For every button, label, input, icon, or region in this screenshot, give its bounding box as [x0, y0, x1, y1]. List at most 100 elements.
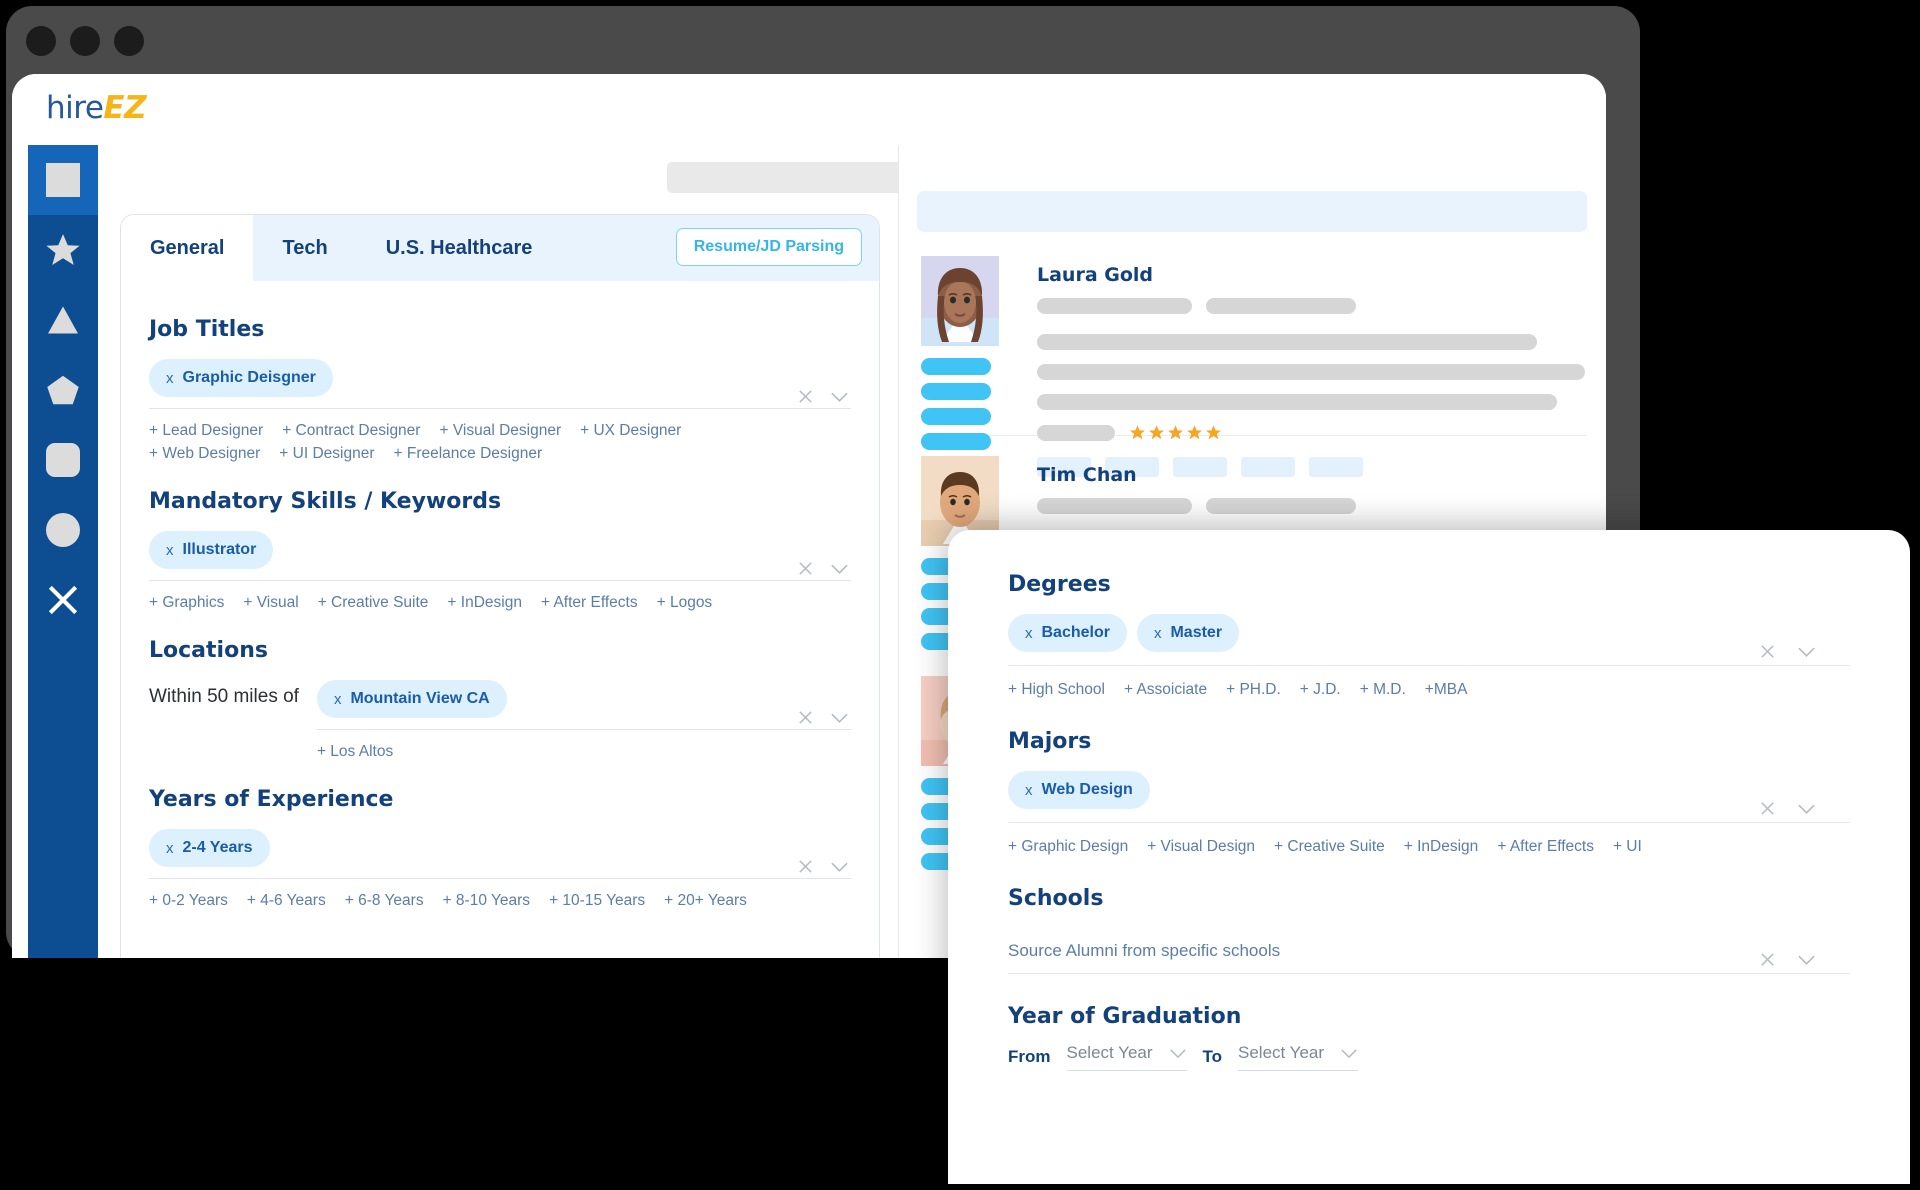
clear-x-icon[interactable] — [798, 561, 813, 576]
graduation-to-select[interactable]: Select Year — [1238, 1043, 1359, 1071]
chip-location[interactable]: x Mountain View CA — [316, 680, 507, 718]
suggestion-chip[interactable]: + 8-10 Years — [443, 892, 530, 910]
suggestion-chip[interactable]: + 4-6 Years — [247, 892, 326, 910]
tab-us-healthcare[interactable]: U.S. Healthcare — [357, 215, 562, 281]
suggestion-chip[interactable]: + J.D. — [1300, 681, 1341, 699]
experience-field[interactable]: x 2-4 Years — [149, 826, 851, 879]
schools-input[interactable]: Source Alumni from specific schools — [1008, 925, 1850, 963]
tab-tech[interactable]: Tech — [253, 215, 356, 281]
suggestion-chip[interactable]: + 20+ Years — [664, 892, 747, 910]
graduation-from-select[interactable]: Select Year — [1066, 1043, 1187, 1071]
suggestion-chip[interactable]: + UI — [1613, 838, 1642, 856]
suggestion-chip[interactable]: + After Effects — [1497, 838, 1594, 856]
resume-jd-parsing-button[interactable]: Resume/JD Parsing — [675, 228, 862, 266]
chip-remove-icon[interactable]: x — [166, 542, 174, 559]
tab-general[interactable]: General — [121, 215, 254, 281]
results-search-input[interactable] — [917, 191, 1587, 232]
suggestion-chip[interactable]: + Lead Designer — [149, 422, 263, 440]
clear-x-icon[interactable] — [798, 859, 813, 874]
clear-x-icon[interactable] — [798, 710, 813, 725]
chevron-down-icon[interactable] — [830, 712, 849, 724]
section-experience: Years of Experience x 2-4 Years + 0-2 Ye… — [149, 787, 851, 910]
suggestion-chip[interactable]: + 10-15 Years — [549, 892, 645, 910]
chip-job-title[interactable]: x Graphic Deisgner — [149, 359, 333, 397]
maximize-dot[interactable] — [114, 26, 144, 56]
rating-row — [1037, 424, 1585, 441]
skills-field[interactable]: x Illustrator — [149, 528, 851, 581]
suggestion-chip[interactable]: + Graphics — [149, 594, 224, 612]
chip-degree[interactable]: x Bachelor — [1008, 614, 1127, 652]
suggestion-chip[interactable]: + Graphic Design — [1008, 838, 1128, 856]
candidate-row[interactable]: Laura Gold — [921, 256, 1586, 477]
chevron-down-icon[interactable] — [1169, 1048, 1187, 1059]
suggestion-chip[interactable]: + Los Altos — [317, 743, 393, 761]
clear-x-icon[interactable] — [1760, 952, 1775, 967]
chevron-down-icon[interactable] — [830, 861, 849, 873]
sidebar-item-pentagon[interactable] — [28, 355, 98, 425]
job-titles-controls — [798, 389, 849, 404]
chevron-down-icon[interactable] — [1340, 1048, 1358, 1059]
suggestion-chip[interactable]: + InDesign — [1404, 838, 1479, 856]
action-pill[interactable] — [921, 383, 991, 400]
suggestion-chip[interactable]: + Visual Design — [1147, 838, 1255, 856]
close-x-icon — [48, 585, 78, 615]
suggestion-chip[interactable]: + InDesign — [447, 594, 522, 612]
suggestion-chip[interactable]: + After Effects — [541, 594, 638, 612]
chevron-down-icon[interactable] — [830, 391, 849, 403]
chip-remove-icon[interactable]: x — [1025, 625, 1033, 642]
suggestion-chip[interactable]: + 0-2 Years — [149, 892, 228, 910]
suggestion-chip[interactable]: +MBA — [1425, 681, 1468, 699]
suggestion-chip[interactable]: + High School — [1008, 681, 1105, 699]
chip-remove-icon[interactable]: x — [334, 691, 342, 708]
action-pill[interactable] — [921, 358, 991, 375]
app-logo[interactable]: hireEZ — [46, 90, 147, 126]
schools-field[interactable]: Source Alumni from specific schools — [1008, 925, 1850, 974]
suggestion-chip[interactable]: + UI Designer — [279, 445, 374, 463]
job-titles-field[interactable]: x Graphic Deisgner — [149, 356, 851, 409]
sidebar-item-square[interactable] — [28, 145, 98, 215]
chip-major[interactable]: x Web Design — [1008, 771, 1150, 809]
experience-controls — [798, 859, 849, 874]
skills-heading: Mandatory Skills / Keywords — [149, 489, 502, 514]
suggestion-chip[interactable]: + Creative Suite — [318, 594, 429, 612]
clear-x-icon[interactable] — [1760, 801, 1775, 816]
chip-remove-icon[interactable]: x — [166, 840, 174, 857]
sidebar-item-star[interactable] — [28, 215, 98, 285]
action-pill[interactable] — [921, 408, 991, 425]
chip-remove-icon[interactable]: x — [1025, 782, 1033, 799]
suggestion-chip[interactable]: + Assoiciate — [1124, 681, 1207, 699]
sidebar-item-circle[interactable] — [28, 495, 98, 565]
suggestion-chip[interactable]: + Creative Suite — [1274, 838, 1385, 856]
locations-field[interactable]: x Mountain View CA — [316, 677, 851, 730]
degrees-field[interactable]: x Bachelor x Master — [1008, 611, 1850, 666]
sidebar-item-triangle[interactable] — [28, 285, 98, 355]
clear-x-icon[interactable] — [798, 389, 813, 404]
close-dot[interactable] — [26, 26, 56, 56]
chip-experience[interactable]: x 2-4 Years — [149, 829, 270, 867]
suggestion-chip[interactable]: + 6-8 Years — [345, 892, 424, 910]
suggestion-chip[interactable]: + Visual — [243, 594, 298, 612]
chip-degree[interactable]: x Master — [1136, 614, 1240, 652]
chevron-down-icon[interactable] — [1797, 646, 1816, 658]
chip-remove-icon[interactable]: x — [1154, 625, 1162, 642]
clear-x-icon[interactable] — [1760, 644, 1775, 659]
majors-field[interactable]: x Web Design — [1008, 768, 1850, 823]
chevron-down-icon[interactable] — [1797, 954, 1816, 966]
suggestion-chip[interactable]: + PH.D. — [1226, 681, 1281, 699]
job-titles-heading: Job Titles — [149, 317, 265, 342]
suggestion-chip[interactable]: + M.D. — [1360, 681, 1406, 699]
suggestion-chip[interactable]: + Freelance Designer — [394, 445, 543, 463]
minimize-dot[interactable] — [70, 26, 100, 56]
sidebar-item-rounded-square[interactable] — [28, 425, 98, 495]
suggestion-chip[interactable]: + Web Designer — [149, 445, 260, 463]
suggestion-chip[interactable]: + Logos — [657, 594, 713, 612]
sidebar-item-close[interactable] — [28, 565, 98, 635]
chip-skill[interactable]: x Illustrator — [149, 531, 274, 569]
suggestion-chip[interactable]: + Visual Designer — [439, 422, 561, 440]
chevron-down-icon[interactable] — [830, 563, 849, 575]
chip-remove-icon[interactable]: x — [166, 370, 174, 387]
suggestion-chip[interactable]: + UX Designer — [580, 422, 681, 440]
action-pill[interactable] — [921, 433, 991, 450]
chevron-down-icon[interactable] — [1797, 803, 1816, 815]
suggestion-chip[interactable]: + Contract Designer — [282, 422, 420, 440]
